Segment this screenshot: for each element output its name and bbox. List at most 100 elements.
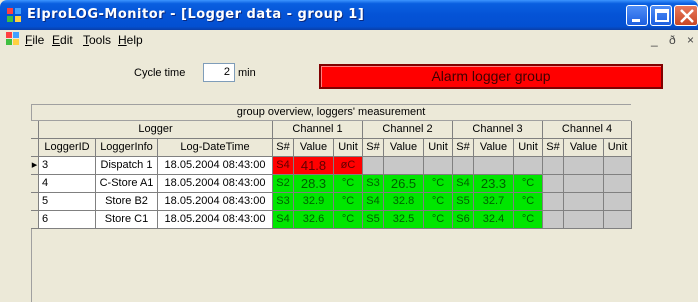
cell-ch1-unit[interactable]: øC [334, 157, 363, 175]
menu-file[interactable]: File [25, 33, 44, 47]
cell-ch2-unit[interactable] [424, 157, 453, 175]
cell-ch3-value[interactable]: 32.4 [474, 211, 514, 229]
cell-logger-id[interactable]: 4 [39, 175, 96, 193]
column-header-ch3-v[interactable]: Value [474, 139, 514, 157]
cell-logger-info[interactable]: Store C1 [96, 211, 158, 229]
cell-ch4-unit[interactable] [604, 211, 632, 229]
group-header-ch1: Channel 1 [273, 121, 363, 139]
cell-ch1-value[interactable]: 32.6 [294, 211, 334, 229]
column-header-ch3-s[interactable]: S# [453, 139, 474, 157]
column-header-ch3-u[interactable]: Unit [514, 139, 543, 157]
cell-ch2-sensor[interactable]: S4 [363, 193, 384, 211]
column-header-ch2-u[interactable]: Unit [424, 139, 453, 157]
row-selector[interactable] [31, 175, 39, 193]
column-header-ch2-s[interactable]: S# [363, 139, 384, 157]
cell-ch4-unit[interactable] [604, 193, 632, 211]
cell-ch2-sensor[interactable]: S3 [363, 175, 384, 193]
column-header-id[interactable]: LoggerID [39, 139, 96, 157]
cell-ch2-value[interactable]: 32.8 [384, 193, 424, 211]
cell-ch3-unit[interactable] [514, 157, 543, 175]
alarm-indicator: Alarm logger group [319, 64, 663, 89]
cell-logger-id[interactable]: 5 [39, 193, 96, 211]
cell-ch1-value[interactable]: 41.8 [294, 157, 334, 175]
cell-logger-info[interactable]: C-Store A1 [96, 175, 158, 193]
maximize-button[interactable] [650, 5, 672, 26]
window-title: ElproLOG-Monitor - [Logger data - group … [27, 7, 365, 22]
column-header-ch1-v[interactable]: Value [294, 139, 334, 157]
row-selector[interactable] [31, 193, 39, 211]
cell-logger-info[interactable]: Store B2 [96, 193, 158, 211]
cell-ch1-value[interactable]: 32.9 [294, 193, 334, 211]
column-header-info[interactable]: LoggerInfo [96, 139, 158, 157]
cell-ch3-sensor[interactable]: S6 [453, 211, 474, 229]
cell-ch4-sensor[interactable] [543, 175, 564, 193]
cell-ch2-value[interactable] [384, 157, 424, 175]
cell-ch4-value[interactable] [564, 211, 604, 229]
document-icon[interactable] [6, 32, 20, 46]
cell-logger-id[interactable]: 6 [39, 211, 96, 229]
column-header-ch2-v[interactable]: Value [384, 139, 424, 157]
cell-ch4-unit[interactable] [604, 175, 632, 193]
cycle-time-label: Cycle time [134, 67, 186, 79]
cell-log-datetime[interactable]: 18.05.2004 08:43:00 [158, 175, 273, 193]
mdi-close-button[interactable]: × [687, 33, 694, 47]
cell-log-datetime[interactable]: 18.05.2004 08:43:00 [158, 157, 273, 175]
minimize-icon [632, 19, 640, 22]
cell-ch1-unit[interactable]: °C [334, 193, 363, 211]
cell-ch2-value[interactable]: 32.5 [384, 211, 424, 229]
cell-ch3-value[interactable]: 32.7 [474, 193, 514, 211]
mdi-minimize-button[interactable]: _ [651, 33, 658, 47]
cell-ch4-sensor[interactable] [543, 157, 564, 175]
cell-ch4-value[interactable] [564, 157, 604, 175]
cell-ch1-sensor[interactable]: S4 [273, 211, 294, 229]
cell-ch3-sensor[interactable] [453, 157, 474, 175]
cell-ch2-value[interactable]: 26.5 [384, 175, 424, 193]
cell-ch2-unit[interactable]: °C [424, 175, 453, 193]
title-bar[interactable]: ElproLOG-Monitor - [Logger data - group … [0, 0, 698, 30]
cell-ch1-sensor[interactable]: S4 [273, 157, 294, 175]
column-header-dt[interactable]: Log-DateTime [158, 139, 273, 157]
cell-logger-info[interactable]: Dispatch 1 [96, 157, 158, 175]
column-header-ch1-u[interactable]: Unit [334, 139, 363, 157]
cell-ch4-sensor[interactable] [543, 193, 564, 211]
column-header-ch4-s[interactable]: S# [543, 139, 564, 157]
menu-help[interactable]: Help [118, 33, 143, 47]
cell-ch3-unit[interactable]: °C [514, 175, 543, 193]
cell-ch1-sensor[interactable]: S2 [273, 175, 294, 193]
column-header-ch1-s[interactable]: S# [273, 139, 294, 157]
close-button[interactable] [674, 5, 698, 26]
menu-tools-label: ools [89, 33, 112, 47]
cell-ch1-unit[interactable]: °C [334, 211, 363, 229]
cycle-time-input[interactable]: 2 [203, 63, 235, 82]
cell-ch3-unit[interactable]: °C [514, 211, 543, 229]
row-selector[interactable] [31, 211, 39, 229]
cell-ch2-unit[interactable]: °C [424, 211, 453, 229]
cell-ch1-value[interactable]: 28.3 [294, 175, 334, 193]
cell-ch2-unit[interactable]: °C [424, 193, 453, 211]
column-header-ch4-u[interactable]: Unit [604, 139, 632, 157]
header-corner [31, 121, 39, 139]
row-selector[interactable]: ▸ [31, 157, 39, 175]
cell-ch3-sensor[interactable]: S4 [453, 175, 474, 193]
cell-ch3-value[interactable] [474, 157, 514, 175]
cell-ch4-sensor[interactable] [543, 211, 564, 229]
cell-logger-id[interactable]: 3 [39, 157, 96, 175]
menu-edit[interactable]: Edit [52, 33, 73, 47]
cell-ch2-sensor[interactable]: S5 [363, 211, 384, 229]
minimize-button[interactable] [626, 5, 648, 26]
cell-ch4-value[interactable] [564, 175, 604, 193]
cell-log-datetime[interactable]: 18.05.2004 08:43:00 [158, 193, 273, 211]
cell-ch2-sensor[interactable] [363, 157, 384, 175]
cell-ch3-value[interactable]: 23.3 [474, 175, 514, 193]
cell-log-datetime[interactable]: 18.05.2004 08:43:00 [158, 211, 273, 229]
cell-ch3-unit[interactable]: °C [514, 193, 543, 211]
menu-tools[interactable]: Tools [83, 33, 111, 47]
mdi-restore-button[interactable]: ð [669, 33, 676, 47]
cell-ch1-sensor[interactable]: S3 [273, 193, 294, 211]
cell-ch3-sensor[interactable]: S5 [453, 193, 474, 211]
menu-bar: File Edit Tools Help _ ð × [0, 30, 698, 50]
cell-ch4-unit[interactable] [604, 157, 632, 175]
cell-ch1-unit[interactable]: °C [334, 175, 363, 193]
column-header-ch4-v[interactable]: Value [564, 139, 604, 157]
cell-ch4-value[interactable] [564, 193, 604, 211]
